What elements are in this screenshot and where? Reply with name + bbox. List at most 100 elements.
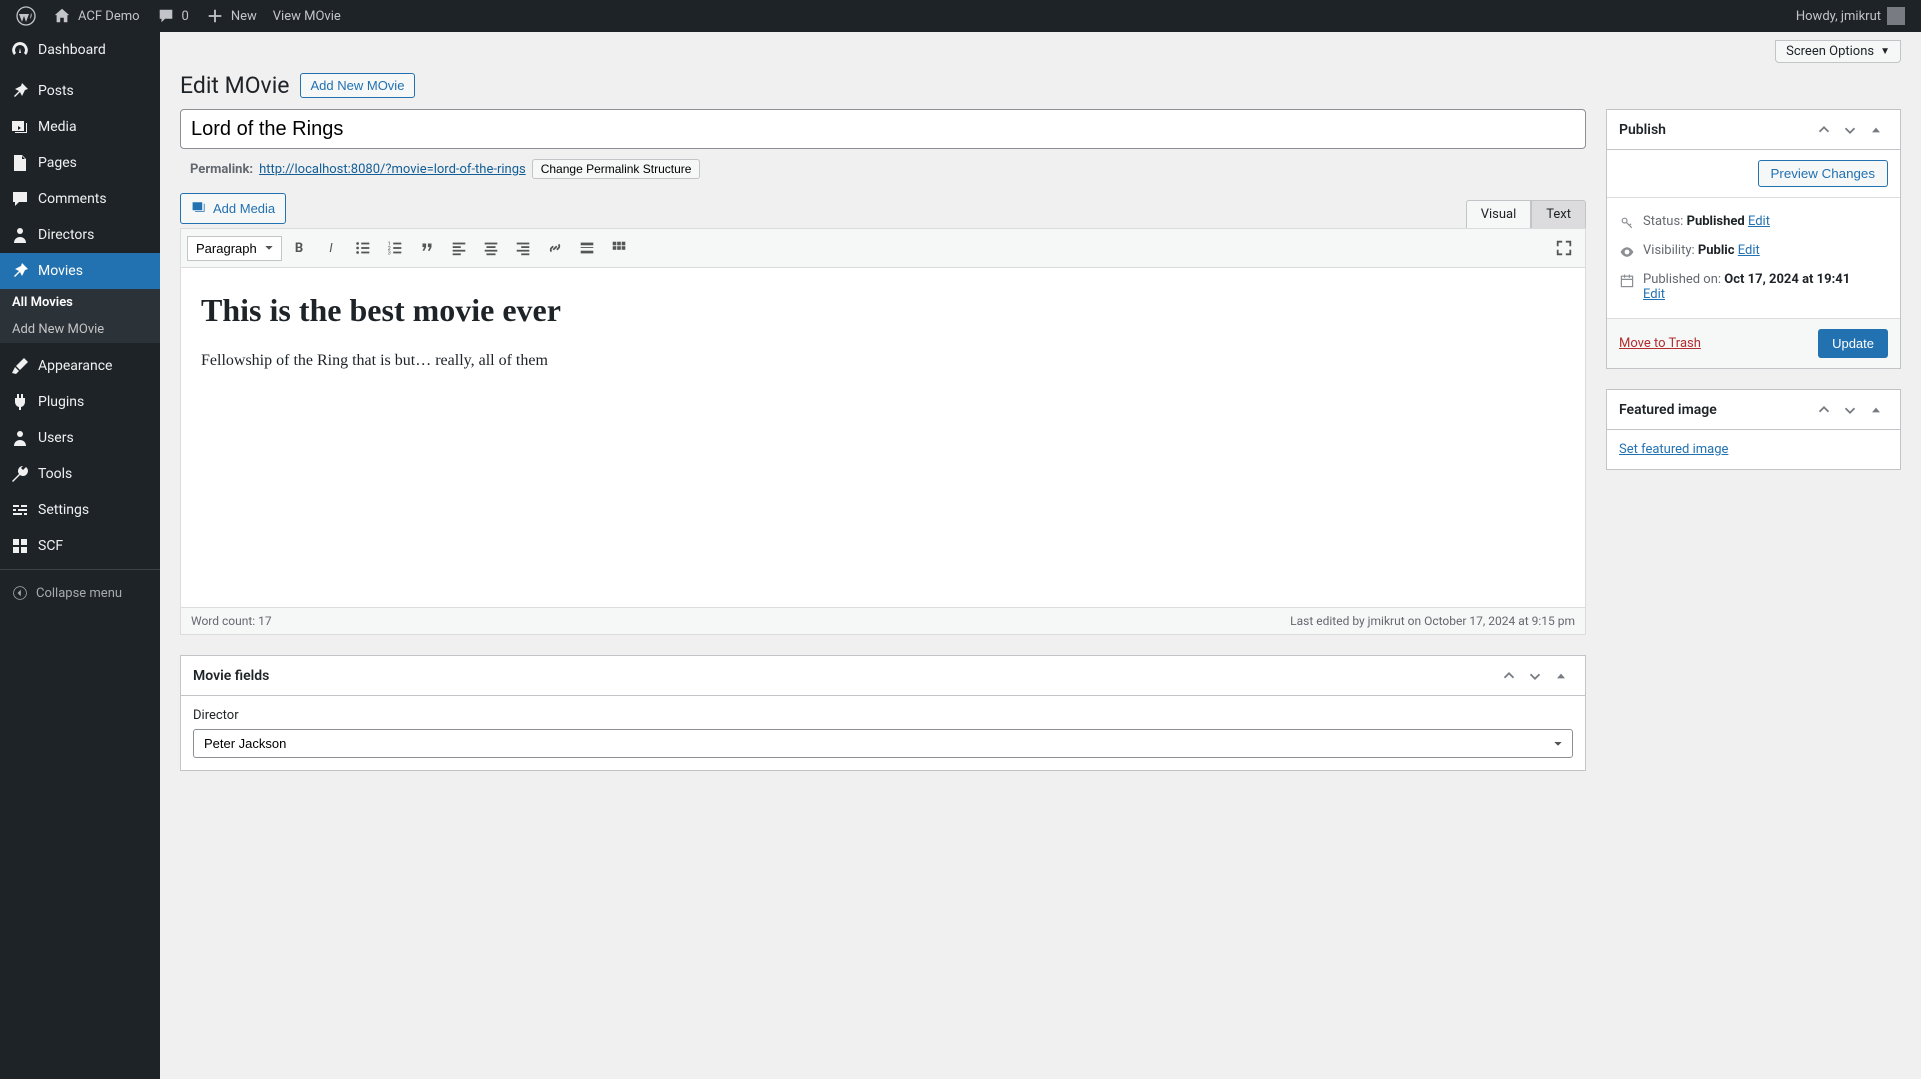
wp-logo[interactable] bbox=[8, 0, 44, 32]
set-featured-image-link[interactable]: Set featured image bbox=[1619, 442, 1728, 457]
bold-button[interactable]: B bbox=[284, 233, 314, 263]
align-left-button[interactable] bbox=[444, 233, 474, 263]
permalink-url[interactable]: http://localhost:8080/?movie=lord-of-the… bbox=[259, 162, 526, 177]
comments-link[interactable]: 0 bbox=[148, 0, 197, 32]
tab-visual[interactable]: Visual bbox=[1466, 200, 1532, 228]
user-icon bbox=[10, 428, 30, 448]
sidebar-sub-all-movies[interactable]: All Movies bbox=[0, 289, 160, 316]
add-new-button[interactable]: Add New MOvie bbox=[300, 73, 416, 98]
edit-visibility-link[interactable]: Edit bbox=[1738, 243, 1760, 258]
align-right-button[interactable] bbox=[508, 233, 538, 263]
director-select[interactable]: Peter Jackson bbox=[193, 729, 1573, 758]
sidebar-item-label: Plugins bbox=[38, 394, 84, 410]
publish-title: Publish bbox=[1619, 122, 1666, 138]
site-name-link[interactable]: ACF Demo bbox=[44, 0, 148, 32]
plug-icon bbox=[10, 392, 30, 412]
preview-changes-button[interactable]: Preview Changes bbox=[1758, 160, 1888, 187]
admin-bar: ACF Demo 0 New View MOvie Howdy, jmikrut bbox=[0, 0, 1921, 32]
move-to-trash-link[interactable]: Move to Trash bbox=[1619, 336, 1701, 351]
my-account-link[interactable]: Howdy, jmikrut bbox=[1788, 0, 1913, 32]
move-up-button[interactable] bbox=[1812, 398, 1836, 422]
sidebar-item-comments[interactable]: Comments bbox=[0, 181, 160, 217]
add-media-button[interactable]: Add Media bbox=[180, 193, 286, 224]
plus-icon bbox=[205, 6, 225, 26]
director-label: Director bbox=[193, 708, 1573, 723]
toggle-button[interactable] bbox=[1549, 664, 1573, 688]
editor-content[interactable]: This is the best movie ever Fellowship o… bbox=[180, 268, 1586, 608]
move-down-button[interactable] bbox=[1838, 118, 1862, 142]
post-title-input[interactable] bbox=[180, 109, 1586, 149]
numbered-list-button[interactable]: 123 bbox=[380, 233, 410, 263]
sidebar-item-settings[interactable]: Settings bbox=[0, 492, 160, 528]
media-icon bbox=[191, 199, 207, 218]
read-more-button[interactable] bbox=[572, 233, 602, 263]
view-post-link[interactable]: View MOvie bbox=[265, 0, 349, 32]
toolbar-toggle-button[interactable] bbox=[604, 233, 634, 263]
collapse-icon bbox=[10, 583, 30, 603]
align-center-button[interactable] bbox=[476, 233, 506, 263]
movie-fields-box: Movie fields Director Peter Jackson bbox=[180, 655, 1586, 771]
toggle-button[interactable] bbox=[1864, 118, 1888, 142]
update-button[interactable]: Update bbox=[1818, 329, 1888, 358]
visibility-label: Visibility: bbox=[1643, 243, 1695, 258]
move-down-button[interactable] bbox=[1523, 664, 1547, 688]
sidebar-item-label: Posts bbox=[38, 83, 74, 99]
screen-options-toggle[interactable]: Screen Options bbox=[1775, 40, 1901, 63]
publish-box: Publish Preview Changes Status: bbox=[1606, 109, 1901, 369]
fullscreen-button[interactable] bbox=[1549, 233, 1579, 263]
sidebar-item-pages[interactable]: Pages bbox=[0, 145, 160, 181]
sidebar-item-posts[interactable]: Posts bbox=[0, 73, 160, 109]
person-icon bbox=[10, 225, 30, 245]
edit-status-link[interactable]: Edit bbox=[1748, 214, 1770, 229]
change-permalink-button[interactable]: Change Permalink Structure bbox=[532, 159, 701, 179]
new-content-link[interactable]: New bbox=[197, 0, 265, 32]
collapse-menu[interactable]: Collapse menu bbox=[0, 575, 160, 611]
sidebar-item-tools[interactable]: Tools bbox=[0, 456, 160, 492]
move-up-button[interactable] bbox=[1812, 118, 1836, 142]
sidebar-item-label: Users bbox=[38, 430, 74, 446]
site-name-label: ACF Demo bbox=[78, 9, 140, 24]
sidebar-item-dashboard[interactable]: Dashboard bbox=[0, 32, 160, 68]
visibility-value: Public bbox=[1698, 243, 1735, 258]
editor-toolbar: Paragraph B I 123 bbox=[180, 228, 1586, 268]
italic-button[interactable]: I bbox=[316, 233, 346, 263]
sidebar-item-plugins[interactable]: Plugins bbox=[0, 384, 160, 420]
edit-date-link[interactable]: Edit bbox=[1643, 287, 1665, 302]
sidebar-item-movies[interactable]: Movies bbox=[0, 253, 160, 289]
tab-text[interactable]: Text bbox=[1531, 200, 1586, 228]
collapse-label: Collapse menu bbox=[36, 586, 122, 601]
add-media-label: Add Media bbox=[213, 201, 275, 216]
sidebar-item-directors[interactable]: Directors bbox=[0, 217, 160, 253]
published-value: Oct 17, 2024 at 19:41 bbox=[1724, 272, 1850, 287]
toggle-button[interactable] bbox=[1864, 398, 1888, 422]
move-up-button[interactable] bbox=[1497, 664, 1521, 688]
featured-image-title: Featured image bbox=[1619, 402, 1717, 418]
dashboard-icon bbox=[10, 40, 30, 60]
comment-icon bbox=[156, 6, 176, 26]
link-button[interactable] bbox=[540, 233, 570, 263]
wordpress-icon bbox=[16, 6, 36, 26]
key-icon bbox=[1619, 215, 1635, 231]
eye-icon bbox=[1619, 244, 1635, 260]
media-icon bbox=[10, 117, 30, 137]
format-select[interactable]: Paragraph bbox=[187, 236, 282, 261]
status-value: Published bbox=[1687, 214, 1745, 229]
bullet-list-button[interactable] bbox=[348, 233, 378, 263]
sidebar-item-users[interactable]: Users bbox=[0, 420, 160, 456]
calendar-icon bbox=[1619, 273, 1635, 289]
sidebar-item-scf[interactable]: SCF bbox=[0, 528, 160, 564]
sidebar-item-label: Tools bbox=[38, 466, 72, 482]
sidebar-item-label: Pages bbox=[38, 155, 77, 171]
sidebar-item-media[interactable]: Media bbox=[0, 109, 160, 145]
pin-icon bbox=[10, 261, 30, 281]
sidebar-sub-add-new[interactable]: Add New MOvie bbox=[0, 316, 160, 343]
sidebar-item-appearance[interactable]: Appearance bbox=[0, 348, 160, 384]
main-content: Screen Options Edit MOvie Add New MOvie … bbox=[160, 32, 1921, 1079]
sidebar-item-label: Dashboard bbox=[38, 42, 106, 58]
sidebar-item-label: SCF bbox=[38, 538, 63, 554]
blockquote-button[interactable] bbox=[412, 233, 442, 263]
grid-icon bbox=[10, 536, 30, 556]
move-down-button[interactable] bbox=[1838, 398, 1862, 422]
comments-count: 0 bbox=[182, 9, 189, 24]
sidebar-submenu: All Movies Add New MOvie bbox=[0, 289, 160, 343]
